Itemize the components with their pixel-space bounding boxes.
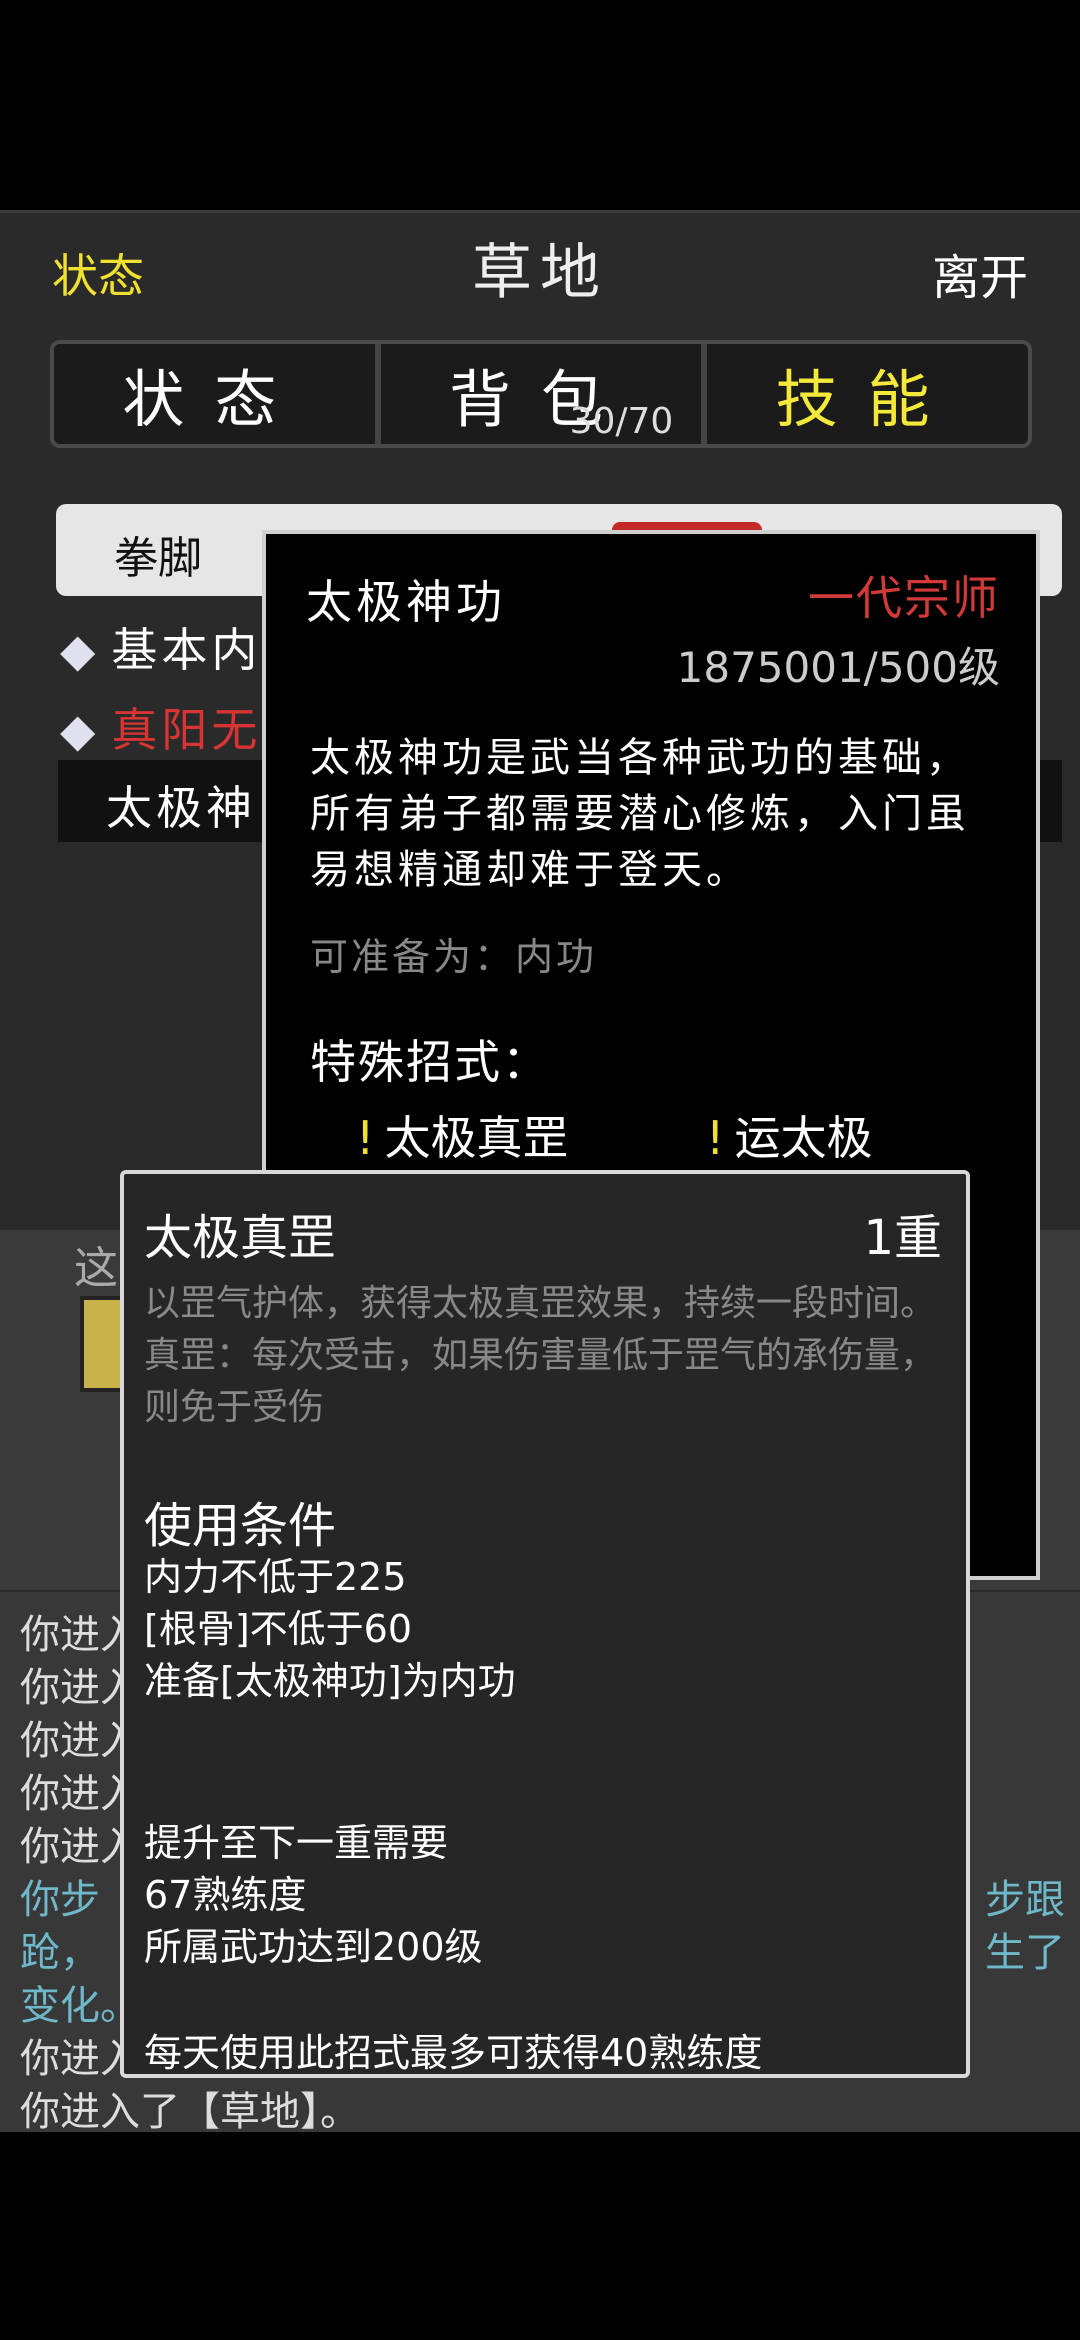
- skill-name: 真阳无: [111, 703, 262, 757]
- skill-list-item[interactable]: ◆ 基本内: [60, 614, 261, 680]
- tab-skills[interactable]: 技能: [701, 344, 1028, 444]
- upgrade-title: 提升至下一重需要: [144, 1821, 449, 1865]
- special-move-item[interactable]: ! 运太极: [706, 1102, 872, 1168]
- tab-bag[interactable]: 背包 30/70: [374, 344, 702, 444]
- move-detail-name: 太极真罡: [144, 1210, 337, 1266]
- log-line: 你步: [20, 1877, 100, 1923]
- main-tab-bar: 状态 背包 30/70 技能: [50, 340, 1032, 448]
- leave-button[interactable]: 离开: [932, 238, 1028, 308]
- bag-count: 30/70: [569, 401, 674, 442]
- alert-icon: !: [356, 1111, 375, 1165]
- skill-list-item[interactable]: ◆ 真阳无: [60, 694, 261, 760]
- skill-prep-type: 可准备为：内功: [310, 935, 598, 979]
- tab-status-label: 状态: [122, 363, 307, 436]
- condition-item: 准备[太极神功]为内功: [144, 1659, 516, 1703]
- tab-status[interactable]: 状态: [54, 344, 375, 444]
- log-line-right: 步跟: [985, 1877, 1065, 1923]
- map-label: 这: [74, 1243, 118, 1294]
- skill-level: 1875001/500级: [676, 643, 1000, 692]
- location-title: 草地: [472, 238, 608, 308]
- move-name: 太极真罡: [384, 1111, 569, 1165]
- log-line-right: 生了: [985, 1930, 1065, 1976]
- top-bar: 状态 草地 离开: [0, 210, 1080, 330]
- skill-description: 太极神功是武当各种武功的基础，所有弟子都需要潜心修炼，入门虽易想精通却难于登天。: [310, 735, 970, 893]
- move-level: 1重: [863, 1210, 942, 1266]
- diamond-icon: ◆: [60, 623, 100, 677]
- category-tab-boxing[interactable]: 拳脚: [114, 522, 202, 586]
- move-description: 以罡气护体，获得太极真罡效果，持续一段时间。真罡：每次受击，如果伤害量低于罡气的…: [144, 1283, 937, 1428]
- upgrade-item: 67熟练度: [144, 1873, 307, 1917]
- special-move-item[interactable]: ! 太极真罡: [356, 1102, 568, 1168]
- skill-name: 基本内: [111, 623, 262, 677]
- upgrade-item: 所属武功达到200级: [144, 1925, 483, 1969]
- condition-item: [根骨]不低于60: [144, 1607, 413, 1651]
- condition-item: 内力不低于225: [144, 1555, 407, 1599]
- alert-icon: !: [706, 1111, 725, 1165]
- tab-skills-label: 技能: [775, 363, 960, 436]
- log-line: 跄，: [20, 1930, 100, 1976]
- move-detail-panel: 太极真罡 1重 以罡气护体，获得太极真罡效果，持续一段时间。真罡：每次受击，如果…: [120, 1170, 970, 2078]
- special-moves-title: 特殊招式：: [310, 1035, 550, 1089]
- move-name: 运太极: [734, 1111, 873, 1165]
- log-line: 你进入了【草地】。: [20, 2089, 360, 2135]
- daily-limit: 每天使用此招式最多可获得40熟练度: [144, 2031, 763, 2075]
- diamond-icon: ◆: [60, 703, 100, 757]
- skill-rank: 一代宗师: [808, 571, 1000, 625]
- skill-name-selected: 太极神: [106, 781, 256, 835]
- skill-detail-name: 太极神功: [306, 575, 506, 629]
